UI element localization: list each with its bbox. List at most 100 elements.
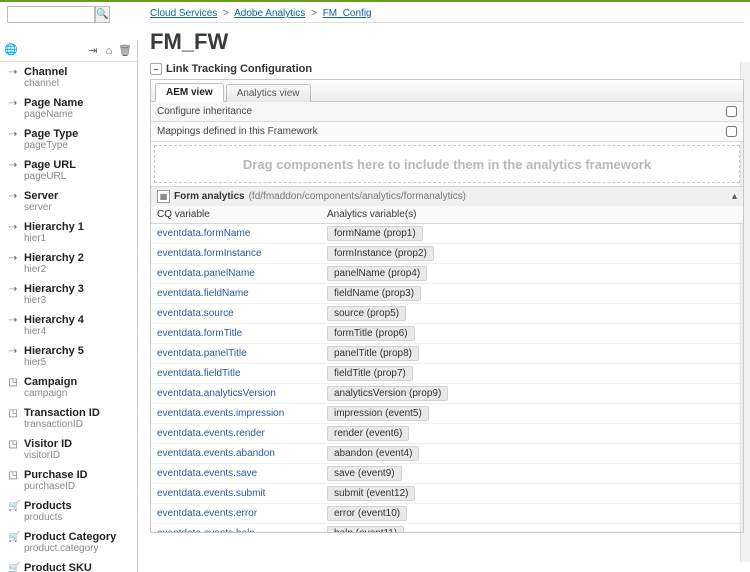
table-row[interactable]: eventdata.sourcesource (prop5)	[151, 304, 743, 324]
table-row[interactable]: eventdata.events.abandonabandon (event4)	[151, 444, 743, 464]
property-icon: ⇢	[8, 66, 18, 78]
variable-pill[interactable]: formTitle (prop6)	[327, 326, 415, 341]
sidebar-item-title: Hierarchy 3	[24, 283, 84, 295]
collapse-toggle[interactable]: –	[150, 63, 162, 75]
cq-variable-cell: eventdata.events.error	[151, 504, 321, 524]
property-icon: 🛒	[8, 562, 18, 572]
breadcrumb-link[interactable]: FM_Config	[323, 8, 372, 19]
table-row[interactable]: eventdata.formTitleformTitle (prop6)	[151, 324, 743, 344]
table-row[interactable]: eventdata.events.renderrender (event6)	[151, 424, 743, 444]
sidebar-item-title: Page URL	[24, 159, 76, 171]
component-title: Form analytics	[174, 191, 245, 202]
sidebar-item[interactable]: ◳Visitor IDvisitorID	[0, 434, 137, 465]
tool-icon[interactable]: ⌂	[103, 44, 115, 58]
variable-pill[interactable]: save (event9)	[327, 466, 402, 481]
sidebar-item[interactable]: ◳Purchase IDpurchaseID	[0, 465, 137, 496]
tab-aem-view[interactable]: AEM view	[155, 83, 224, 102]
variable-pill[interactable]: impression (event5)	[327, 406, 429, 421]
mappings-checkbox[interactable]	[726, 126, 737, 137]
table-row[interactable]: eventdata.panelTitlepanelTitle (prop8)	[151, 344, 743, 364]
property-icon: ⇢	[8, 252, 18, 264]
table-row[interactable]: eventdata.fieldName fieldName (prop3)	[151, 284, 743, 304]
table-row[interactable]: eventdata.formInstanceformInstance (prop…	[151, 244, 743, 264]
cq-variable-cell: eventdata.events.impression	[151, 404, 321, 424]
cq-variable-cell: eventdata.fieldName	[151, 284, 321, 304]
page-title: FM_FW	[150, 29, 744, 55]
variable-pill[interactable]: fieldName (prop3)	[327, 286, 421, 301]
sidebar-item[interactable]: ⇢Hierarchy 1hier1	[0, 217, 137, 248]
property-icon: ◳	[8, 407, 18, 419]
configure-checkbox[interactable]	[726, 106, 737, 117]
sidebar-item[interactable]: ⇢Channelchannel	[0, 62, 137, 93]
search-input[interactable]	[7, 6, 95, 23]
sidebar-item-title: Visitor ID	[24, 438, 72, 450]
collapse-icon[interactable]: ▴	[732, 191, 737, 202]
cq-variable-cell: eventdata.analyticsVersion	[151, 384, 321, 404]
mappings-label: Mappings defined in this Framework	[157, 126, 318, 137]
sidebar: 🌐 ⇥ ⌂ 🗑 ⇢Channelchannel⇢Page NamepageNam…	[0, 40, 138, 572]
sidebar-item[interactable]: ⇢Hierarchy 2hier2	[0, 248, 137, 279]
breadcrumb-link[interactable]: Adobe Analytics	[234, 8, 305, 19]
variable-pill[interactable]: formName (prop1)	[327, 226, 423, 241]
drop-zone[interactable]: Drag components here to include them in …	[154, 145, 740, 183]
table-row[interactable]: eventdata.events.savesave (event9)	[151, 464, 743, 484]
analytics-variable-cell: fieldName (prop3)	[321, 284, 743, 304]
sidebar-item-title: Hierarchy 1	[24, 221, 84, 233]
table-row[interactable]: eventdata.events.error error (event10)	[151, 504, 743, 524]
sidebar-item[interactable]: ⇢Serverserver	[0, 186, 137, 217]
sidebar-item[interactable]: ◳Campaigncampaign	[0, 372, 137, 403]
sidebar-item[interactable]: ⇢Page URLpageURL	[0, 155, 137, 186]
property-icon: 🛒	[8, 500, 18, 512]
variable-table-scroll[interactable]: CQ variable Analytics variable(s) eventd…	[151, 206, 743, 532]
variable-pill[interactable]: fieldTitle (prop7)	[327, 366, 413, 381]
variable-pill[interactable]: submit (event12)	[327, 486, 415, 501]
section-title: Link Tracking Configuration	[166, 63, 312, 75]
sidebar-item[interactable]: ⇢Hierarchy 3hier3	[0, 279, 137, 310]
breadcrumb: Cloud Services > Adobe Analytics > FM_Co…	[150, 8, 744, 23]
table-row[interactable]: eventdata.panelNamepanelName (prop4)	[151, 264, 743, 284]
sidebar-item[interactable]: ⇢Page TypepageType	[0, 124, 137, 155]
sidebar-item-title: Channel	[24, 66, 67, 78]
pin-icon[interactable]: ⇥	[87, 44, 99, 58]
variable-pill[interactable]: source (prop5)	[327, 306, 406, 321]
section-header: – Link Tracking Configuration	[150, 63, 744, 75]
sidebar-item[interactable]: ⇢Hierarchy 4hier4	[0, 310, 137, 341]
breadcrumb-link[interactable]: Cloud Services	[150, 8, 217, 19]
sidebar-item[interactable]: 🛒Productsproducts	[0, 496, 137, 527]
table-row[interactable]: eventdata.formNameformName (prop1)	[151, 224, 743, 244]
table-row[interactable]: eventdata.analyticsVersion analyticsVersi…	[151, 384, 743, 404]
accent-bar	[0, 0, 750, 2]
variable-pill[interactable]: panelName (prop4)	[327, 266, 427, 281]
variable-pill[interactable]: abandon (event4)	[327, 446, 419, 461]
variable-pill[interactable]: formInstance (prop2)	[327, 246, 434, 261]
sidebar-item-sub: visitorID	[24, 450, 72, 461]
sidebar-item[interactable]: ⇢Hierarchy 5hier5	[0, 341, 137, 372]
analytics-variable-cell: panelTitle (prop8)	[321, 344, 743, 364]
variable-pill[interactable]: error (event10)	[327, 506, 407, 521]
variable-pill[interactable]: panelTitle (prop8)	[327, 346, 419, 361]
panel: Configure inheritance Mappings defined i…	[150, 101, 744, 533]
sidebar-item[interactable]: 🛒Product SKUproduct.sku	[0, 558, 137, 572]
sidebar-item[interactable]: ◳Transaction IDtransactionID	[0, 403, 137, 434]
trash-icon[interactable]: 🗑	[119, 44, 131, 58]
table-row[interactable]: eventdata.events.helphelp (event11)	[151, 524, 743, 533]
sidebar-item[interactable]: ⇢Page NamepageName	[0, 93, 137, 124]
breadcrumb-sep: >	[311, 8, 317, 19]
sidebar-item[interactable]: 🛒Product Categoryproduct.category	[0, 527, 137, 558]
variable-pill[interactable]: help (event11)	[327, 526, 404, 532]
table-row[interactable]: eventdata.events.submitsubmit (event12)	[151, 484, 743, 504]
component-header[interactable]: ▦ Form analytics (fd/fmaddon/components/…	[151, 186, 743, 206]
analytics-variable-cell: abandon (event4)	[321, 444, 743, 464]
variable-pill[interactable]: render (event6)	[327, 426, 409, 441]
table-row[interactable]: eventdata.events.impression impression (e…	[151, 404, 743, 424]
analytics-variable-cell: source (prop5)	[321, 304, 743, 324]
sidebar-item-sub: pageName	[24, 109, 83, 120]
table-row[interactable]: eventdata.fieldTitlefieldTitle (prop7)	[151, 364, 743, 384]
globe-icon[interactable]: 🌐	[4, 43, 18, 57]
sidebar-item-sub: hier2	[24, 264, 84, 275]
configure-inheritance-bar[interactable]: Configure inheritance	[151, 102, 743, 122]
tab-analytics-view[interactable]: Analytics view	[226, 84, 311, 102]
variable-pill[interactable]: analyticsVersion (prop9)	[327, 386, 448, 401]
search-button[interactable]: 🔍	[95, 6, 110, 23]
sidebar-item-sub: product.category	[24, 543, 116, 554]
